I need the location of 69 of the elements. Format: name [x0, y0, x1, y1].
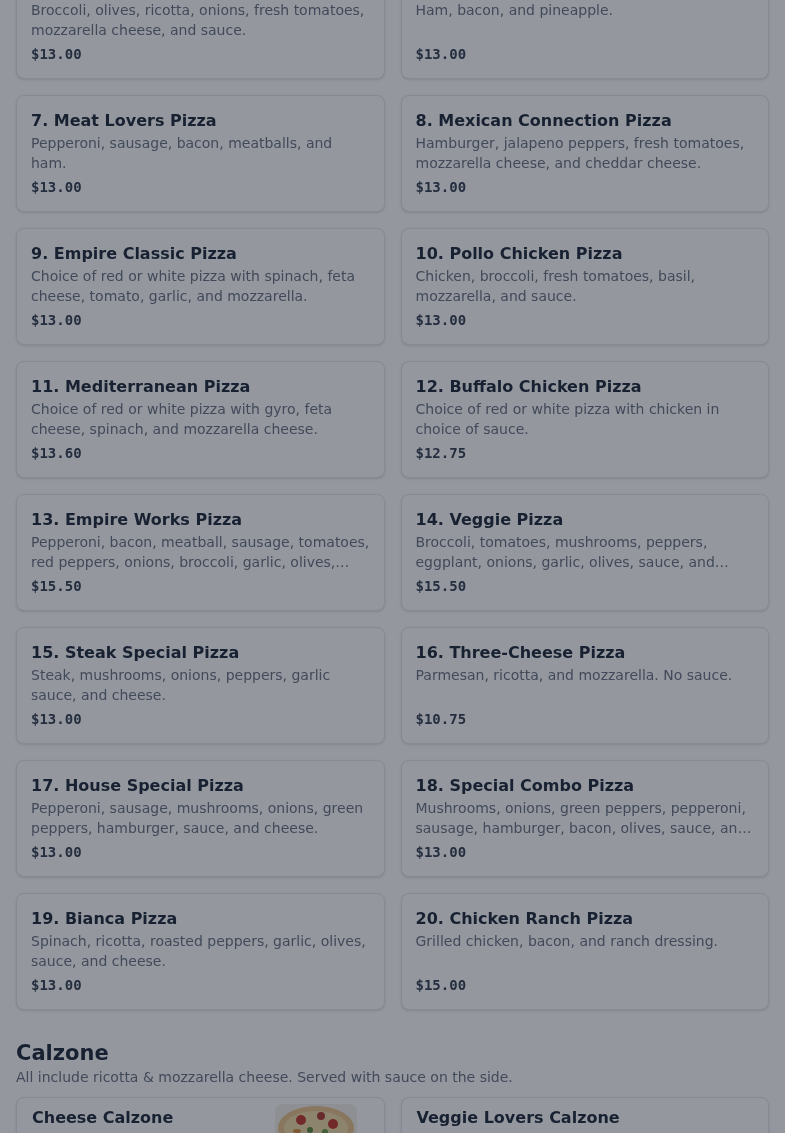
- item-name: 15. Steak Special Pizza: [31, 642, 241, 664]
- item-name: 14. Veggie Pizza: [415, 509, 565, 531]
- item-description: Chicken, broccoli, fresh tomatoes, basil, mozzarella, and sauce.: [415, 267, 696, 306]
- menu-item-card[interactable]: 16. Three-Cheese Pizza Parmesan, ricotta, and mozzarella. No sauce. $10.75: [400, 627, 769, 744]
- menu-item-card[interactable]: 18. Special Combo Pizza Mushrooms, onions, green peppers, pepperoni, sausage, hamburger, bacon, olives, sauce, an… $13.00: [400, 760, 769, 877]
- item-price: $13.00: [415, 178, 467, 197]
- item-price: $13.00: [415, 45, 467, 64]
- item-description: Pepperoni, bacon, meatball, sausage, tomatoes, red peppers, onions, broccoli, garlic, olives,…: [31, 533, 371, 572]
- item-price: $13.00: [415, 311, 467, 330]
- item-price: $15.00: [415, 976, 467, 995]
- item-price: $13.00: [31, 45, 82, 64]
- item-price: $13.00: [31, 976, 82, 995]
- item-description: Grilled chicken, bacon, and ranch dressing.: [415, 932, 720, 951]
- item-description: Choice of red or white pizza with spinach, feta cheese, tomato, garlic, and mozzarella.: [31, 267, 356, 306]
- item-price: $15.50: [31, 577, 82, 596]
- item-description: Spinach, ricotta, roasted peppers, garlic, olives, sauce, and cheese.: [31, 932, 367, 971]
- item-name: 13. Empire Works Pizza: [31, 509, 244, 531]
- menu-item-card[interactable]: 14. Veggie Pizza Broccoli, tomatoes, mushrooms, peppers, eggplant, onions, garlic, olives, sauce, and… $15.50: [400, 494, 769, 611]
- item-name: 20. Chicken Ranch Pizza: [415, 908, 635, 930]
- menu-item-card[interactable]: 7. Meat Lovers Pizza Pepperoni, sausage, bacon, meatballs, and ham. $13.00: [16, 95, 385, 212]
- item-price: $12.75: [415, 444, 467, 463]
- item-name: 7. Meat Lovers Pizza: [31, 110, 218, 132]
- item-description: Ham, bacon, and pineapple.: [415, 1, 614, 20]
- menu-item-card[interactable]: 20. Chicken Ranch Pizza Grilled chicken, bacon, and ranch dressing. $15.00: [400, 893, 769, 1010]
- item-name: 9. Empire Classic Pizza: [31, 243, 238, 265]
- menu-item-card[interactable]: 19. Bianca Pizza Spinach, ricotta, roasted peppers, garlic, olives, sauce, and cheese. $13.00: [16, 893, 385, 1010]
- menu-item-card[interactable]: 11. Mediterranean Pizza Choice of red or white pizza with gyro, feta cheese, spinach, and mozzarella cheese. $13.60: [16, 361, 385, 478]
- menu-item-card[interactable]: Veggie Lovers Calzone: [400, 1097, 769, 1133]
- item-price: $13.00: [415, 843, 467, 862]
- item-name: Veggie Lovers Calzone: [416, 1107, 620, 1129]
- item-price: $13.00: [31, 843, 82, 862]
- menu-item-card[interactable]: 17. House Special Pizza Pepperoni, sausage, mushrooms, onions, green peppers, hamburger, sauce, and cheese. $13.00: [16, 760, 385, 877]
- item-price: $10.75: [415, 710, 467, 729]
- item-description: Choice of red or white pizza with chicken in choice of sauce.: [415, 400, 721, 439]
- menu-item-card[interactable]: 9. Empire Classic Pizza Choice of red or white pizza with spinach, feta cheese, tomato, garlic, and mozzarella. $13.00: [16, 228, 385, 345]
- item-name: 16. Three-Cheese Pizza: [415, 642, 627, 664]
- item-price: $15.50: [415, 577, 467, 596]
- item-price: $13.00: [31, 311, 82, 330]
- section-title: Calzone: [16, 1040, 110, 1067]
- item-name: 17. House Special Pizza: [31, 775, 245, 797]
- item-description: Mushrooms, onions, green peppers, pepperoni, sausage, hamburger, bacon, olives, sauce, an…: [415, 799, 753, 838]
- menu-item-card[interactable]: 15. Steak Special Pizza Steak, mushrooms, onions, peppers, garlic sauce, and cheese. $13.00: [16, 627, 385, 744]
- menu-item-card[interactable]: 12. Buffalo Chicken Pizza Choice of red or white pizza with chicken in choice of sauce. $12.75: [400, 361, 769, 478]
- item-price: $13.00: [31, 710, 82, 729]
- item-description: Broccoli, tomatoes, mushrooms, peppers, eggplant, onions, garlic, olives, sauce, and…: [415, 533, 730, 572]
- menu-item-card[interactable]: 13. Empire Works Pizza Pepperoni, bacon, meatball, sausage, tomatoes, red peppers, onions, broccoli, garlic, olives,… $15.50: [16, 494, 385, 611]
- section-subtitle: All include ricotta & mozzarella cheese. Served with sauce on the side.: [16, 1068, 514, 1087]
- item-name: 12. Buffalo Chicken Pizza: [415, 376, 643, 398]
- item-description: Hamburger, jalapeno peppers, fresh tomatoes, mozzarella cheese, and cheddar cheese.: [415, 134, 746, 173]
- item-name: 11. Mediterranean Pizza: [31, 376, 252, 398]
- menu-item-card[interactable]: Cheese Calzone: [16, 1097, 385, 1133]
- menu-item-card[interactable]: Ham, bacon, and pineapple. $13.00: [400, 0, 769, 79]
- item-description: Choice of red or white pizza with gyro, feta cheese, spinach, and mozzarella cheese.: [31, 400, 334, 439]
- item-price: $13.00: [31, 178, 82, 197]
- item-name: 18. Special Combo Pizza: [415, 775, 636, 797]
- item-description: Pepperoni, sausage, mushrooms, onions, green peppers, hamburger, sauce, and cheese.: [31, 799, 365, 838]
- item-description: Steak, mushrooms, onions, peppers, garlic sauce, and cheese.: [31, 666, 332, 705]
- item-description: Pepperoni, sausage, bacon, meatballs, and ham.: [31, 134, 334, 173]
- item-price: $13.60: [31, 444, 82, 463]
- modal-backdrop[interactable]: [0, 0, 785, 1133]
- item-name: 8. Mexican Connection Pizza: [415, 110, 673, 132]
- item-description: Broccoli, olives, ricotta, onions, fresh tomatoes, mozzarella cheese, and sauce.: [31, 1, 366, 40]
- item-name: Cheese Calzone: [32, 1107, 174, 1129]
- item-name: 10. Pollo Chicken Pizza: [415, 243, 624, 265]
- menu-item-card[interactable]: 8. Mexican Connection Pizza Hamburger, jalapeno peppers, fresh tomatoes, mozzarella cheese, and cheddar cheese. $13.00: [400, 95, 769, 212]
- menu-item-card[interactable]: 10. Pollo Chicken Pizza Chicken, broccoli, fresh tomatoes, basil, mozzarella, and sauce. $13.00: [400, 228, 769, 345]
- item-description: Parmesan, ricotta, and mozzarella. No sauce.: [415, 666, 734, 685]
- item-name: 19. Bianca Pizza: [31, 908, 179, 930]
- menu-item-card[interactable]: Broccoli, olives, ricotta, onions, fresh tomatoes, mozzarella cheese, and sauce. $13.00: [16, 0, 385, 79]
